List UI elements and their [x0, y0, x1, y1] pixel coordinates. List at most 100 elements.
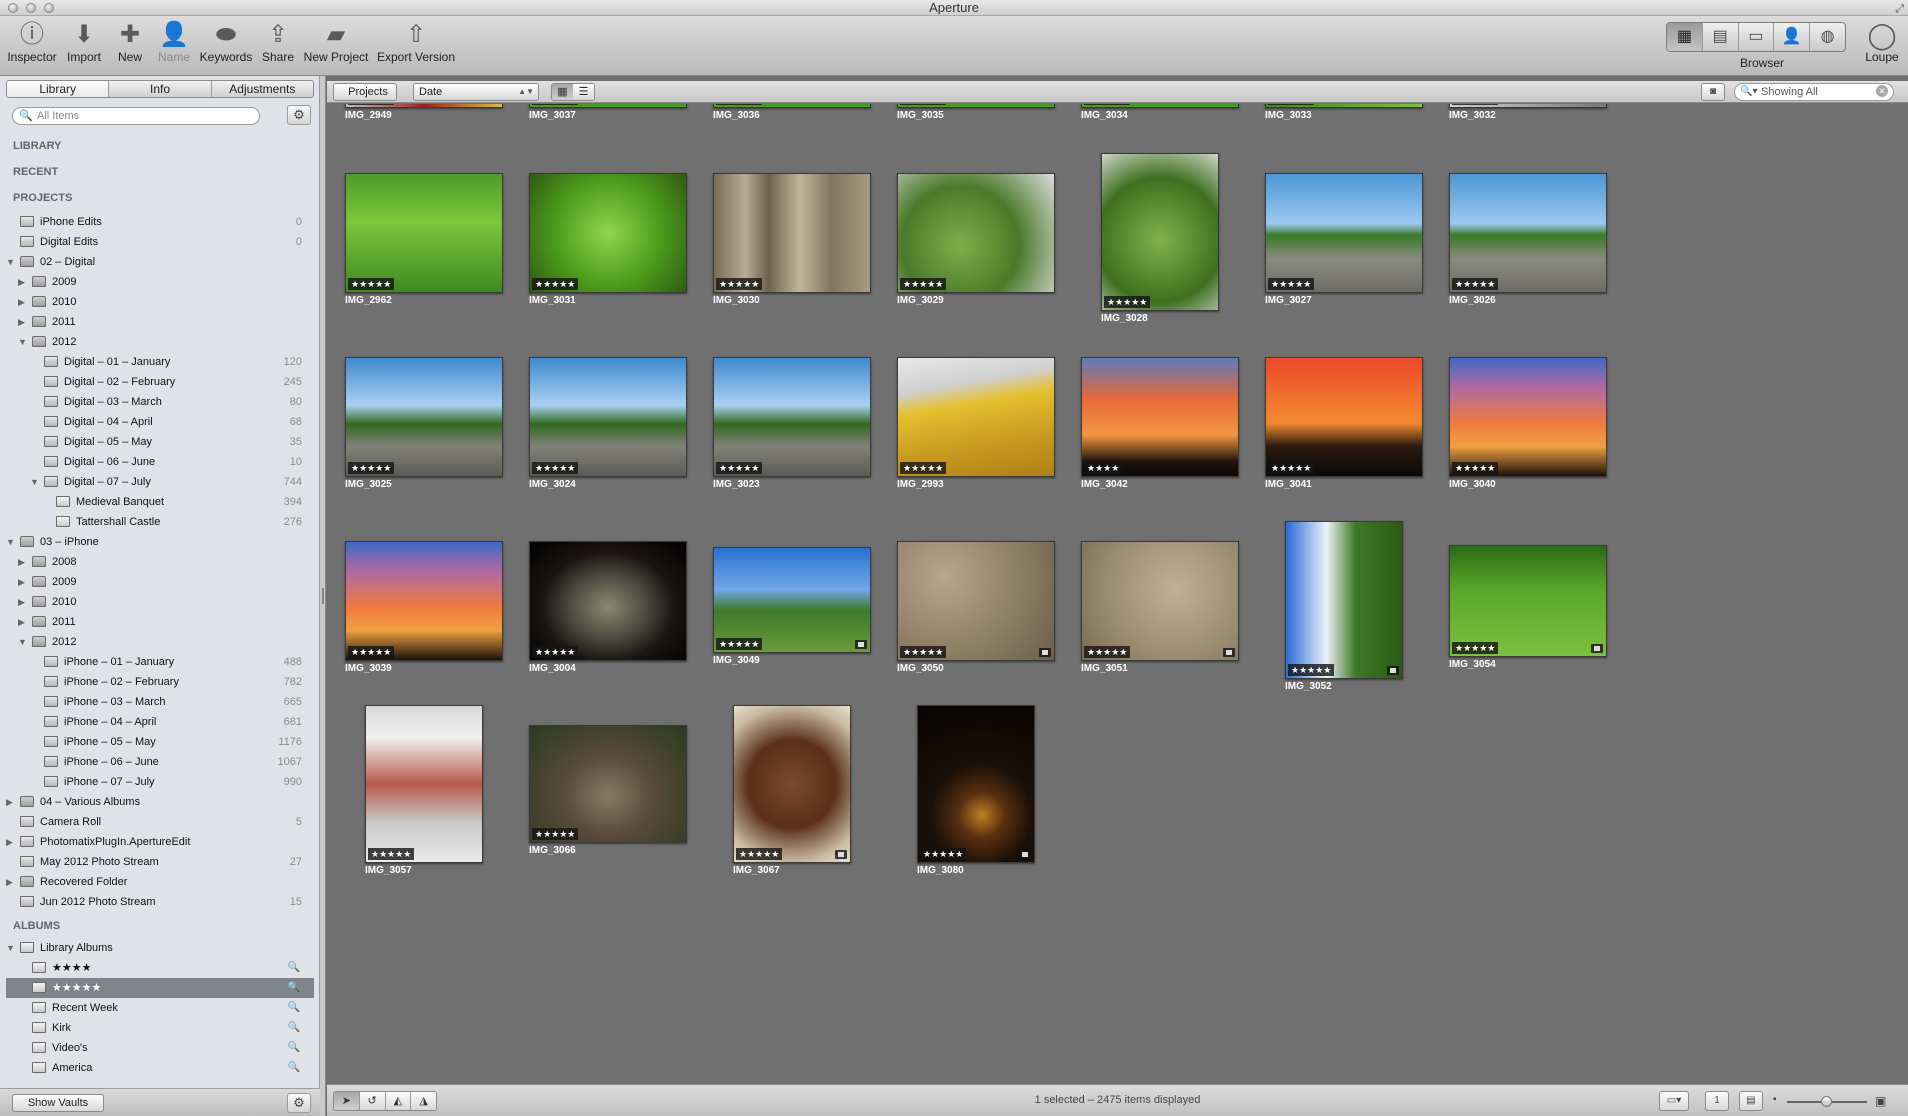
disclosure-closed-icon[interactable]: ▶: [18, 552, 25, 572]
photo-thumbnail[interactable]: ★★★★★: [365, 705, 483, 863]
smart-settings-icon[interactable]: 🔍: [288, 978, 300, 998]
disclosure-closed-icon[interactable]: ▶: [18, 592, 25, 612]
metadata-overlay-icon[interactable]: ▭▾: [1659, 1091, 1689, 1111]
disclosure-closed-icon[interactable]: ▶: [18, 312, 25, 332]
faces-view-icon[interactable]: 👤: [1774, 23, 1811, 51]
disclosure-closed-icon[interactable]: ▶: [6, 832, 13, 852]
disclosure-open-icon[interactable]: ▼: [30, 472, 39, 492]
projects-back-button[interactable]: Projects: [333, 83, 397, 101]
photo-thumbnail[interactable]: ★★★★★: [1081, 104, 1239, 108]
places-view-icon[interactable]: ◍: [1810, 23, 1845, 51]
disclosure-closed-icon[interactable]: ▶: [18, 612, 25, 632]
smart-settings-icon[interactable]: 🔍: [288, 958, 300, 978]
library-item[interactable]: ▼ Digital – 07 – July 744: [6, 472, 314, 492]
zoom-window-button[interactable]: [44, 3, 54, 13]
minimize-window-button[interactable]: [26, 3, 36, 13]
library-item[interactable]: ▶ 2010: [6, 592, 314, 612]
photo-thumbnail[interactable]: ★★★★★: [897, 173, 1055, 293]
photo-thumbnail[interactable]: ★★★★★: [917, 705, 1035, 863]
disclosure-open-icon[interactable]: ▼: [6, 532, 15, 552]
thumbnail-size-slider[interactable]: [1787, 1096, 1867, 1107]
library-item[interactable]: ▶ PhotomatixPlugIn.ApertureEdit: [6, 832, 314, 852]
photo-thumbnail[interactable]: ★★★★★: [345, 173, 503, 293]
photo-thumbnail[interactable]: ★★★★★: [529, 104, 687, 108]
disclosure-closed-icon[interactable]: ▶: [6, 872, 13, 892]
photo-thumbnail[interactable]: ★★★★★: [713, 104, 871, 108]
photo-thumbnail[interactable]: ★★★★★: [1449, 173, 1607, 293]
library-item[interactable]: Jun 2012 Photo Stream 15: [6, 892, 314, 912]
library-item[interactable]: ▶ 04 – Various Albums: [6, 792, 314, 812]
metadata-display-icon[interactable]: ▤: [1739, 1091, 1763, 1111]
disclosure-closed-icon[interactable]: ▶: [18, 292, 25, 312]
library-item[interactable]: Digital Edits 0: [6, 232, 314, 252]
new-project-button[interactable]: ▰ New Project: [302, 20, 370, 64]
export-version-button[interactable]: ⇧ Export Version: [374, 20, 458, 64]
library-item[interactable]: ▼ 2012: [6, 632, 314, 652]
filmstrip-view-icon[interactable]: ▤: [1703, 23, 1739, 51]
album-folder-item[interactable]: ▼ Library Albums: [6, 938, 314, 958]
tab-library[interactable]: Library: [7, 81, 110, 97]
name-button[interactable]: 👤 Name: [156, 20, 192, 64]
library-item[interactable]: iPhone – 05 – May 1176: [6, 732, 314, 752]
photo-thumbnail[interactable]: ★★★★★: [529, 173, 687, 293]
library-item[interactable]: iPhone – 01 – January 488: [6, 652, 314, 672]
smart-album-item[interactable]: Kirk 🔍: [6, 1018, 314, 1038]
photo-thumbnail[interactable]: ★★★★★: [1449, 104, 1607, 108]
splitter-handle[interactable]: [322, 588, 324, 604]
single-view-icon[interactable]: 1: [1705, 1091, 1729, 1111]
library-item[interactable]: Camera Roll 5: [6, 812, 314, 832]
sort-select[interactable]: Date ▲▼: [413, 83, 539, 101]
loupe-button[interactable]: ◯ Loupe: [1862, 20, 1902, 64]
share-button[interactable]: ⇪ Share: [260, 20, 296, 64]
new-button[interactable]: ✚ New: [112, 20, 148, 64]
smart-album-item[interactable]: ★★★★ 🔍: [6, 958, 314, 978]
grid-layout-icon[interactable]: ▦: [552, 84, 573, 100]
library-item[interactable]: iPhone – 06 – June 1067: [6, 752, 314, 772]
disclosure-open-icon[interactable]: ▼: [18, 332, 27, 352]
library-item[interactable]: iPhone Edits 0: [6, 212, 314, 232]
smart-album-item[interactable]: America 🔍: [6, 1058, 314, 1078]
photo-thumbnail[interactable]: ★★★★★: [1265, 173, 1423, 293]
library-item[interactable]: Digital – 03 – March 80: [6, 392, 314, 412]
photo-thumbnail[interactable]: ★★★★★: [345, 104, 503, 108]
smart-settings-icon[interactable]: 🔍: [288, 1058, 300, 1078]
disclosure-open-icon[interactable]: ▼: [18, 632, 27, 652]
library-item[interactable]: ▶ 2010: [6, 292, 314, 312]
import-button[interactable]: ⬇ Import: [62, 20, 106, 64]
library-action-gear-icon[interactable]: ⚙: [287, 105, 311, 125]
library-item[interactable]: iPhone – 03 – March 665: [6, 692, 314, 712]
photo-thumbnail[interactable]: ★★★★: [1081, 357, 1239, 477]
photo-thumbnail[interactable]: ★★★★★: [529, 725, 687, 843]
photo-thumbnail[interactable]: ★★★★★: [529, 357, 687, 477]
photo-thumbnail[interactable]: ★★★★★: [897, 357, 1055, 477]
grid-view-icon[interactable]: ▦: [1667, 23, 1703, 51]
clear-search-icon[interactable]: ✕: [1876, 85, 1888, 97]
inspector-button[interactable]: ⓘ Inspector: [6, 20, 58, 64]
library-item[interactable]: ▶ 2009: [6, 572, 314, 592]
smart-album-item[interactable]: Video's 🔍: [6, 1038, 314, 1058]
smart-settings-icon[interactable]: 🔍: [288, 1018, 300, 1038]
smart-album-item[interactable]: ★★★★★ 🔍: [6, 978, 314, 998]
library-item[interactable]: iPhone – 02 – February 782: [6, 672, 314, 692]
photo-thumbnail[interactable]: ★★★★★: [529, 541, 687, 661]
library-item[interactable]: Tattershall Castle 276: [6, 512, 314, 532]
fullscreen-icon[interactable]: ⤢: [1895, 1, 1904, 17]
smart-settings-icon[interactable]: 🔍: [288, 998, 300, 1018]
disclosure-closed-icon[interactable]: ▶: [18, 572, 25, 592]
photo-thumbnail[interactable]: ★★★★★: [1449, 545, 1607, 657]
section-recent[interactable]: RECENT: [13, 166, 58, 178]
panel-splitter[interactable]: [320, 76, 326, 1116]
photo-thumbnail[interactable]: ★★★★★: [345, 357, 503, 477]
smart-settings-icon[interactable]: 🔍: [288, 1038, 300, 1058]
photo-thumbnail[interactable]: ★★★★★: [1449, 357, 1607, 477]
vault-action-gear-icon[interactable]: ⚙: [287, 1093, 311, 1113]
library-item[interactable]: ▼ 2012: [6, 332, 314, 352]
library-item[interactable]: ▶ 2008: [6, 552, 314, 572]
library-item[interactable]: Digital – 01 – January 120: [6, 352, 314, 372]
photo-thumbnail[interactable]: ★★★★★: [345, 541, 503, 661]
photo-thumbnail[interactable]: ★★★★★: [713, 547, 871, 653]
disclosure-open-icon[interactable]: ▼: [6, 938, 15, 958]
tab-adjustments[interactable]: Adjustments: [212, 81, 313, 97]
slider-knob[interactable]: [1821, 1096, 1832, 1107]
viewer-view-icon[interactable]: ▭: [1739, 23, 1775, 51]
